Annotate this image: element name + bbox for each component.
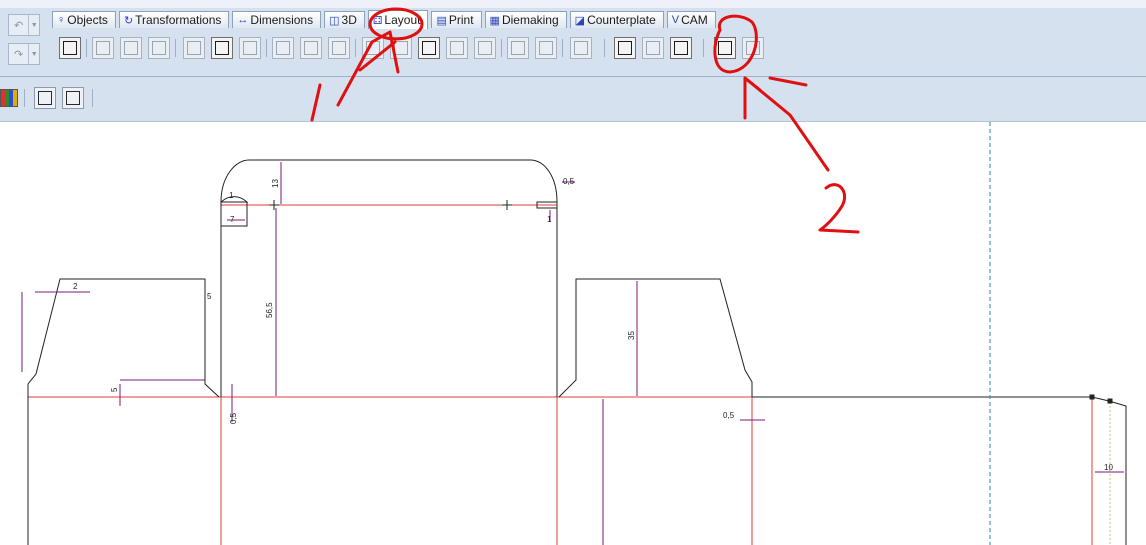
annotation-number-2 [818, 183, 860, 234]
highlight-circle-layout [368, 7, 424, 41]
annotation-overlay [310, 7, 860, 234]
highlight-circle-fill [713, 14, 758, 74]
annotation-arrow-1 [336, 30, 400, 107]
annotation-stroke [310, 83, 322, 122]
